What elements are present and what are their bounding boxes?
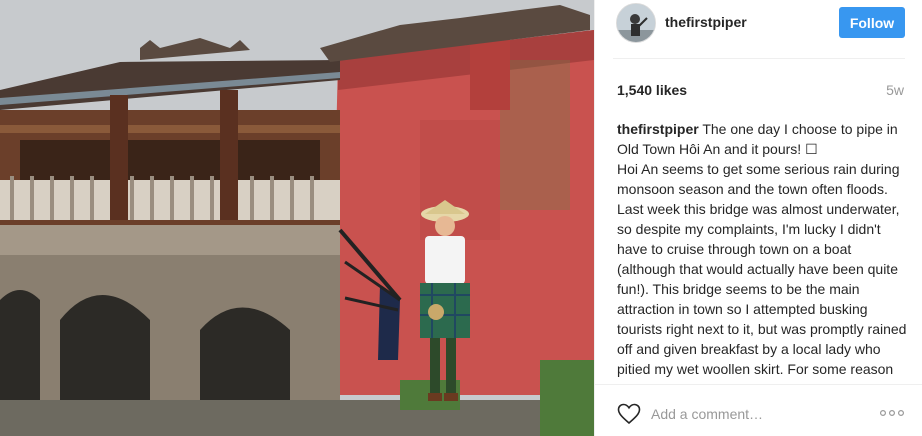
post-username[interactable]: thefirstpiper <box>665 14 747 30</box>
likes-count[interactable]: 1,540 likes <box>617 82 687 98</box>
follow-button[interactable]: Follow <box>839 7 905 38</box>
post-age[interactable]: 5w <box>886 82 904 98</box>
caption-username[interactable]: thefirstpiper <box>617 121 699 137</box>
post-caption: thefirstpiper The one day I choose to pi… <box>617 119 909 383</box>
comment-input[interactable] <box>651 404 871 424</box>
avatar[interactable] <box>616 3 656 43</box>
post-header: thefirstpiper Follow <box>595 0 922 44</box>
photo-illustration <box>0 0 594 436</box>
caption-text: The one day I choose to pipe in Old Town… <box>617 121 907 383</box>
post-side-panel: thefirstpiper Follow 1,540 likes 5w thef… <box>594 0 922 436</box>
header-divider <box>613 58 905 59</box>
more-options-icon[interactable] <box>879 407 905 419</box>
heart-icon[interactable] <box>617 403 641 425</box>
avatar-image-icon <box>617 4 655 42</box>
post-photo[interactable] <box>0 0 594 436</box>
footer-divider <box>595 384 922 385</box>
